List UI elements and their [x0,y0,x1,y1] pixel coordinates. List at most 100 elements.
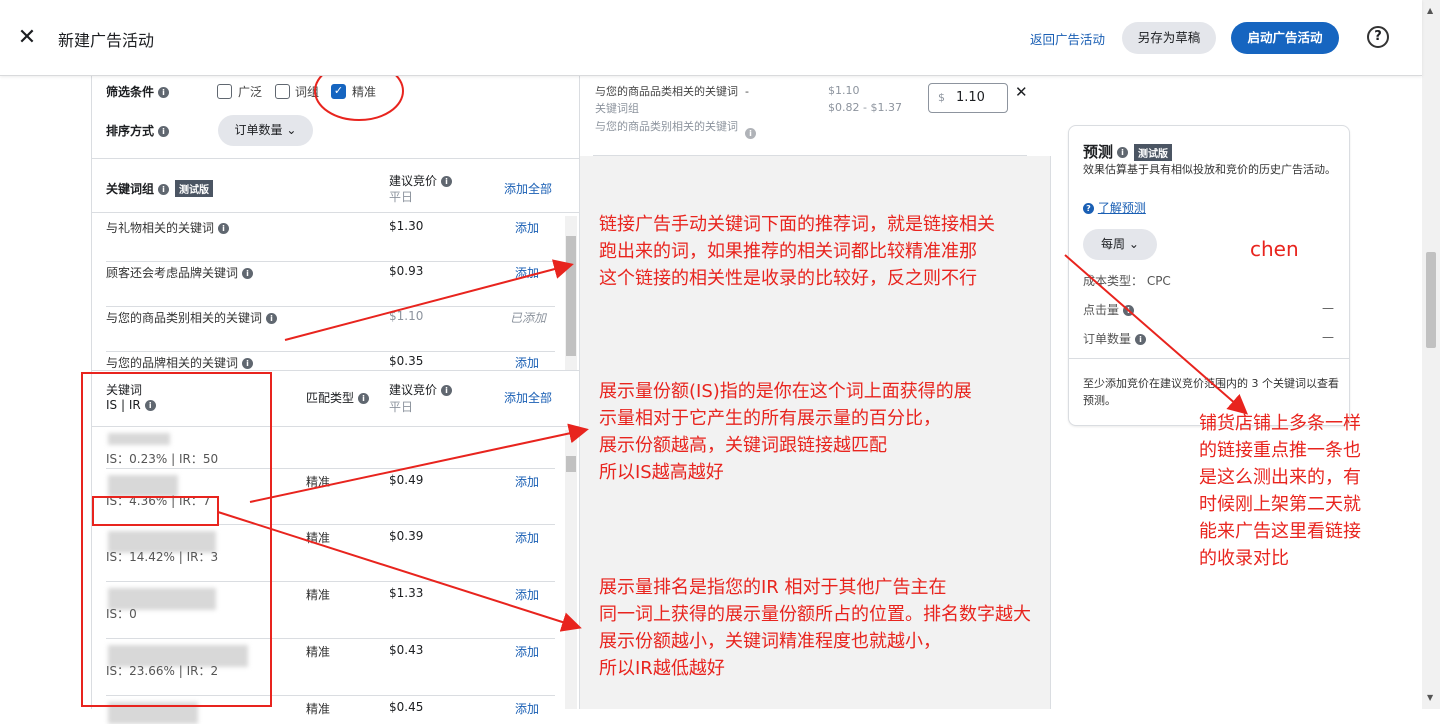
page-title: 新建广告活动 [58,31,155,50]
keyword-scrollbar-thumb[interactable] [566,456,576,472]
orders-label: 订单数量 i [1083,330,1147,347]
signature: chen [1250,237,1299,261]
learn-forecast-link[interactable]: ? 了解预测 [1083,199,1146,216]
exact-label: 精准 [352,85,377,99]
phrase-checkbox[interactable] [275,84,290,99]
cost-type: 成本类型： CPC [1083,274,1171,288]
info-icon: i [745,128,756,139]
bid-input-value: 1.10 [956,90,985,105]
page-scrollbar-thumb[interactable] [1426,252,1436,348]
broad-checkbox[interactable] [217,84,232,99]
annotation-impression-share: 展示量份额(IS)指的是你在这个词上面获得的展 示量相对于它产生的所有展示量的百分… [599,381,972,483]
scroll-down-icon[interactable]: ▼ [1427,693,1433,702]
info-icon: i [266,313,278,324]
keyword-group-scrollbar-thumb[interactable] [566,236,576,356]
exact-checkbox[interactable]: ✓ [331,84,346,99]
keyword-group-header: 关键词组 i 测试版 [106,180,214,197]
keyword-bid-sub-header: 平日 [389,400,414,414]
keyword-bid: $0.45 [389,700,424,714]
info-icon: i [1135,334,1147,345]
help-icon: ? [1083,203,1094,214]
info-icon: i [441,176,453,187]
keyword-group-bid: $1.30 [389,219,424,233]
keyword-add-link[interactable]: 添加 [515,473,539,490]
remove-keyword-icon[interactable]: ✕ [1015,83,1028,101]
close-icon[interactable]: ✕ [16,24,38,52]
added-keyword-desc: 与您的商品类别相关的关键词 [595,120,738,133]
keyword-bid: $0.39 [389,529,424,543]
sort-label: 排序方式 i [106,122,170,139]
keyword-header: 关键词 [106,383,143,397]
help-icon[interactable]: ? [1367,26,1389,48]
keyword-add-link[interactable]: 添加 [515,529,539,546]
info-icon: i [1123,305,1135,316]
annotation-multi-listing: 铺货店铺上多条一样 的链接重点推一条也 是这么测出来的，有 时候刚上架第二天就 能来广告… [1199,413,1361,569]
keyword-metrics: IS：4.36% | IR：7 [106,494,211,508]
info-icon: i [218,223,230,234]
scroll-up-icon[interactable]: ▲ [1427,6,1433,15]
match-type: 精准 [306,588,331,602]
keyword-group-scrollbar[interactable] [565,216,577,370]
keyword-group-name: 与您的品牌相关的关键词 i [106,354,254,371]
keyword-metrics: IS：14.42% | IR：3 [106,550,219,564]
phrase-label: 词组 [295,85,320,99]
match-type: 精准 [306,531,331,545]
keyword-group-name: 与您的商品类别相关的关键词 i [106,309,278,326]
keyword-metrics: IS：0.23% | IR：50 [106,452,219,466]
page-scrollbar[interactable]: ▲ ▼ [1422,0,1440,709]
sort-dropdown[interactable]: 订单数量 ⌄ [218,115,313,146]
clicks-label: 点击量 i [1083,301,1135,318]
save-draft-button[interactable]: 另存为草稿 [1122,22,1216,54]
orders-value: — [1322,330,1334,344]
added-keyword-type: 关键词组 [595,102,639,115]
chevron-down-icon: ⌄ [286,123,297,137]
match-type-header: 匹配类型 i [306,389,370,406]
keyword-group-add-link[interactable]: 添加 [515,264,539,281]
bid-sub-header: 平日 [389,190,414,204]
forecast-footer: 至少添加竞价在建议竞价范围内的 3 个关键词以查看预测。 [1083,377,1339,407]
beta-badge: 测试版 [175,180,214,197]
keyword-group-add-link[interactable]: 添加 [515,219,539,236]
forecast-period-dropdown[interactable]: 每周 ⌄ [1083,229,1157,260]
keyword-add-link[interactable]: 添加 [515,643,539,660]
annotation-recommended-keywords: 链接广告手动关键词下面的推荐词，就是链接相关 跑出来的词，如果推荐的相关词都比较精… [599,214,995,289]
info-icon: i [158,184,170,195]
keyword-bid: $0.49 [389,473,424,487]
forecast-title: 预测 i 测试版 [1083,141,1173,162]
keyword-group-bid: $0.93 [389,264,424,278]
added-bid-range: $0.82 - $1.37 [828,101,902,114]
info-icon: i [1117,147,1129,158]
info-icon: i [358,393,370,404]
back-to-campaigns-link[interactable]: 返回广告活动 [1030,29,1105,48]
filter-label: 筛选条件 i [106,83,170,100]
keyword-add-link[interactable]: 添加 [515,586,539,603]
match-type: 精准 [306,475,331,489]
added-keyword-name: 与您的商品品类相关的关键词 - [595,85,749,98]
keyword-group-bid: $1.10 [389,309,424,323]
keyword-bid: $0.43 [389,643,424,657]
info-icon: i [441,385,453,396]
info-icon: i [158,87,170,98]
info-icon: i [158,126,170,137]
added-bid: $1.10 [828,84,860,97]
keyword-scrollbar[interactable] [565,430,577,709]
bid-input[interactable]: $ 1.10 [928,83,1008,113]
keyword-group-bid: $0.35 [389,354,424,368]
keyword-bid-header: 建议竞价 i [389,381,453,398]
add-all-keywords-link[interactable]: 添加全部 [504,389,552,406]
annotation-impression-rank: 展示量排名是指您的IR 相对于其他广告主在 同一词上获得的展示量份额所占的位置。排… [599,577,1031,679]
add-all-groups-link[interactable]: 添加全部 [504,180,552,197]
keyword-group-name: 顾客还会考虑品牌关键词 i [106,264,254,281]
keyword-group-add-link[interactable]: 添加 [515,354,539,371]
is-ir-header: IS | IR i [106,398,156,412]
suggested-bid-header: 建议竞价 i [389,172,453,189]
forecast-description: 效果估算基于具有相似投放和竞价的历史广告活动。 [1083,163,1336,176]
chevron-down-icon: ⌄ [1128,237,1139,251]
keyword-bid: $1.33 [389,586,424,600]
top-bar: ✕ 新建广告活动 返回广告活动 另存为草稿 启动广告活动 ? [0,0,1422,76]
broad-label: 广泛 [238,85,263,99]
blurred-keyword [108,433,170,445]
keyword-group-added-label: 已添加 [510,311,547,325]
launch-campaign-button[interactable]: 启动广告活动 [1231,22,1339,54]
keyword-metrics: IS：0 [106,607,137,621]
